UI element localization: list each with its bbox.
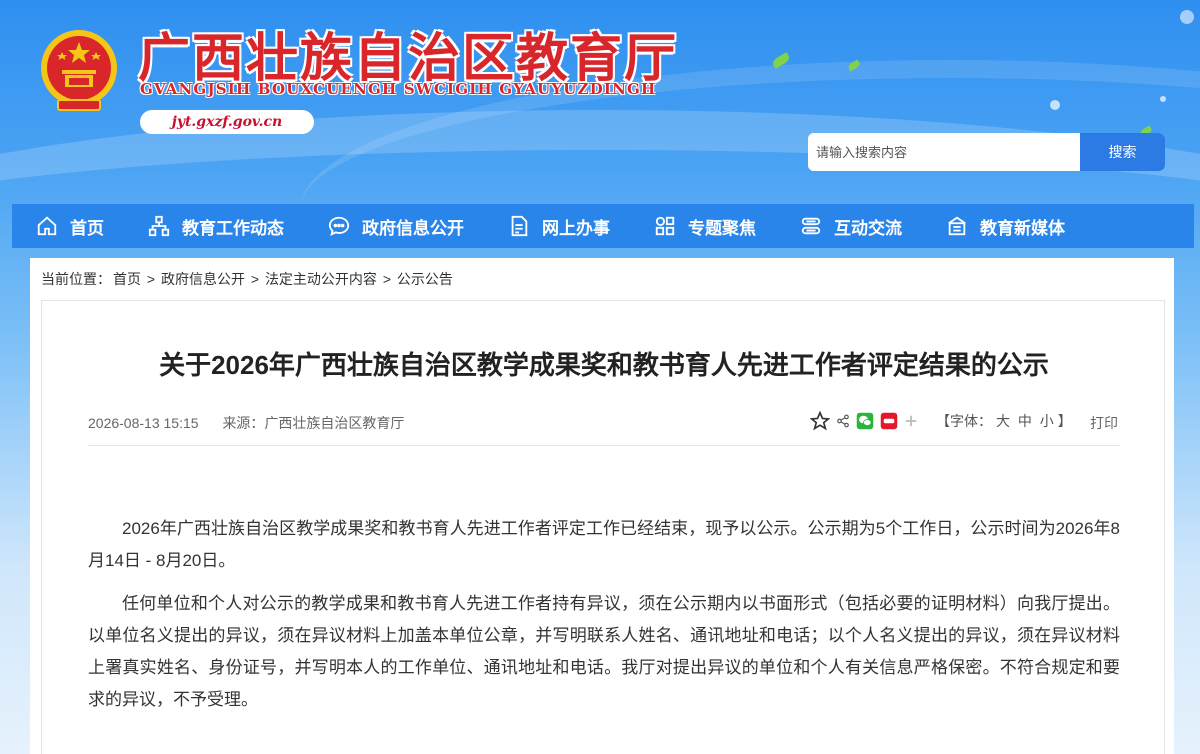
breadcrumb-item-home[interactable]: 首页 [113, 271, 141, 287]
font-large-button[interactable]: 大 [996, 413, 1010, 429]
font-small-button[interactable]: 小 [1040, 413, 1054, 429]
home-icon [37, 216, 57, 236]
plus-icon[interactable] [904, 414, 918, 428]
nav-item-label: 首页 [70, 218, 104, 238]
source-label: 来源： [222, 415, 265, 431]
main-nav: 首页 教育工作动态 政府信息公开 网上办事 专题聚焦 互动交流 教育新媒体 [12, 204, 1194, 248]
document-icon [511, 215, 528, 237]
nav-item-special-topics[interactable]: 专题聚焦 [632, 204, 778, 248]
nav-item-education-news[interactable]: 教育工作动态 [126, 204, 306, 248]
media-icon [948, 216, 966, 236]
article-body: 2026年广西壮族自治区教学成果奖和教书育人先进工作者评定工作已经结束，现予以公… [88, 513, 1120, 727]
nav-item-online-service[interactable]: 网上办事 [486, 204, 632, 248]
breadcrumb-prefix: 当前位置： [41, 271, 111, 287]
publish-date: 2026-08-13 15:15 [88, 415, 199, 431]
breadcrumb-item-announcements[interactable]: 公示公告 [397, 271, 453, 287]
national-emblem-icon [41, 30, 117, 111]
search-box: 搜索 [808, 133, 1165, 171]
print-button[interactable]: 打印 [1090, 413, 1118, 433]
search-button[interactable]: 搜索 [1080, 133, 1165, 171]
weibo-icon[interactable] [880, 412, 898, 430]
meta-divider [88, 445, 1120, 446]
font-medium-button[interactable]: 中 [1018, 413, 1032, 429]
font-size-control: 【字体：大 中 小】 [934, 411, 1074, 431]
breadcrumb-separator: > [146, 271, 156, 287]
network-icon [148, 215, 170, 237]
breadcrumb: 当前位置： 首页 > 政府信息公开 > 法定主动公开内容 > 公示公告 [40, 269, 454, 289]
breadcrumb-item-statutory[interactable]: 法定主动公开内容 [265, 271, 377, 287]
wechat-icon[interactable] [856, 412, 874, 430]
nav-item-label: 专题聚焦 [688, 218, 756, 238]
nav-item-home[interactable]: 首页 [22, 204, 126, 248]
paragraph: 任何单位和个人对公示的教学成果和教书育人先进工作者持有异议，须在公示期内以书面形… [88, 594, 1120, 709]
nav-item-label: 互动交流 [834, 218, 902, 238]
nav-item-label: 网上办事 [542, 218, 610, 238]
grid-icon [655, 216, 675, 236]
site-subtitle: GVANGJSIH BOUXCUENGH SWCIGIH GYAUYUZDING… [140, 80, 657, 98]
font-label-open: 【字体： [936, 413, 992, 429]
search-input[interactable] [808, 133, 1080, 171]
nav-item-label: 教育新媒体 [980, 218, 1065, 238]
nav-item-label: 政府信息公开 [362, 218, 464, 238]
site-url[interactable]: jyt.gxzf.gov.cn [140, 110, 314, 134]
share-tools: 【字体：大 中 小】 [810, 411, 1074, 431]
nav-item-interaction[interactable]: 互动交流 [778, 204, 924, 248]
article-meta: 2026-08-13 15:15 来源：广西壮族自治区教育厅 [88, 413, 404, 433]
nav-item-gov-info[interactable]: 政府信息公开 [306, 204, 486, 248]
chat-icon [328, 216, 350, 236]
paragraph: 2026年广西壮族自治区教学成果奖和教书育人先进工作者评定工作已经结束，现予以公… [88, 519, 1120, 570]
breadcrumb-item-gov-info[interactable]: 政府信息公开 [161, 271, 245, 287]
source-name: 广西壮族自治区教育厅 [264, 415, 405, 431]
nav-item-new-media[interactable]: 教育新媒体 [924, 204, 1087, 248]
site-header: 广西壮族自治区教育厅 GVANGJSIH BOUXCUENGH SWCIGIH … [0, 0, 1200, 200]
article: 关于2026年广西壮族自治区教学成果奖和教书育人先进工作者评定结果的公示 202… [41, 300, 1165, 754]
exchange-icon [801, 217, 821, 235]
share-icon[interactable] [836, 413, 850, 429]
content-panel: 当前位置： 首页 > 政府信息公开 > 法定主动公开内容 > 公示公告 关于202… [30, 258, 1174, 754]
breadcrumb-separator: > [250, 271, 260, 287]
breadcrumb-separator: > [382, 271, 392, 287]
article-title: 关于2026年广西壮族自治区教学成果奖和教书育人先进工作者评定结果的公示 [159, 350, 1049, 380]
font-label-close: 】 [1057, 413, 1072, 429]
favorite-star-icon[interactable] [810, 411, 830, 431]
nav-item-label: 教育工作动态 [182, 218, 284, 238]
